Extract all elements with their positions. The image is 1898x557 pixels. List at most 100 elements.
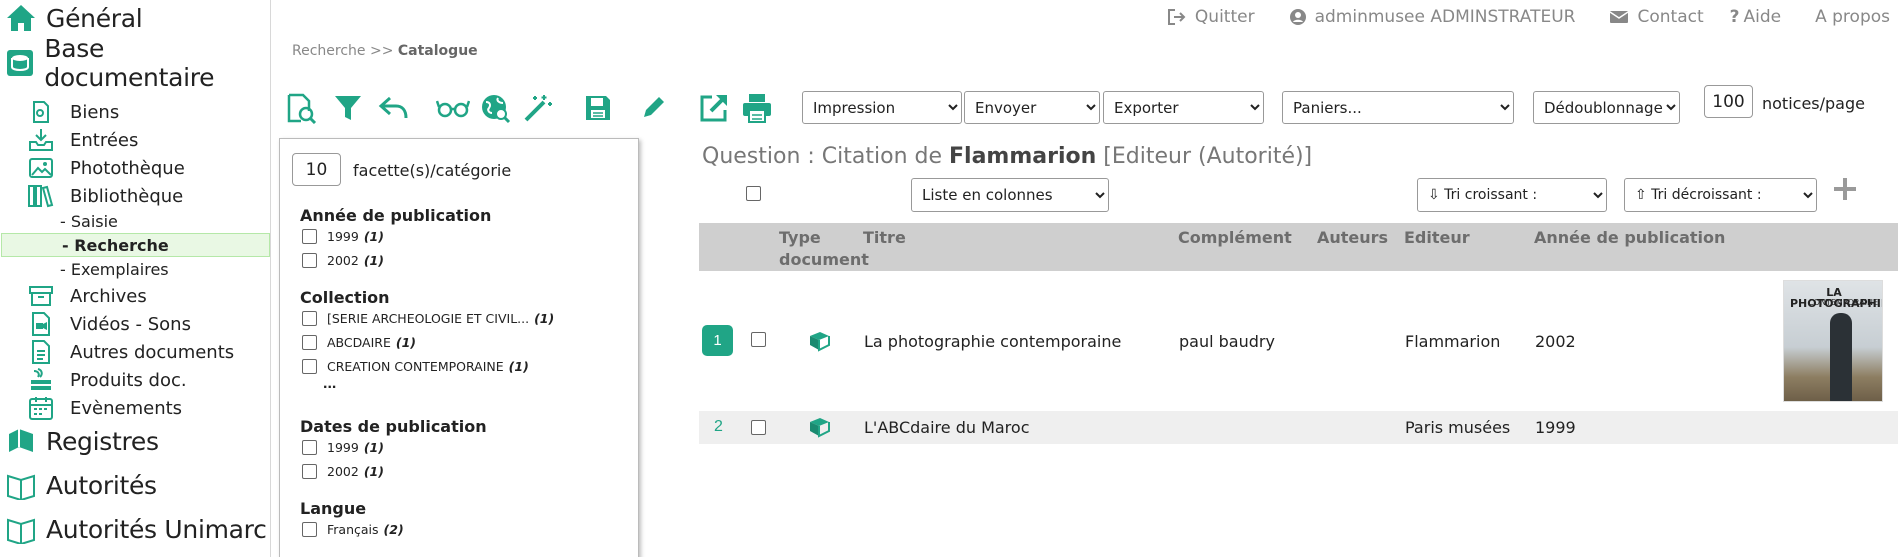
contact-link[interactable]: Contact — [1609, 7, 1704, 27]
sidebar-item-phototheque[interactable]: Photothèque — [0, 154, 185, 182]
sort-descending-select[interactable]: ⇧ Tri décroissant : — [1624, 178, 1817, 212]
save-disk-icon — [586, 96, 610, 120]
sidebar-item-label: Bibliothèque — [70, 185, 184, 207]
sidebar-item-evenements[interactable]: Evènements — [0, 394, 182, 422]
facet-item-count: (1) — [363, 253, 384, 268]
sidebar-item-autres-documents[interactable]: Autres documents — [0, 338, 234, 366]
basket-select[interactable]: Paniers... — [1282, 91, 1514, 124]
facet-checkbox[interactable] — [302, 359, 317, 374]
facet-item-label: ABCDAIRE — [327, 335, 391, 350]
magic-button[interactable] — [521, 91, 555, 125]
sort-ascending-select[interactable]: ⇩ Tri croissant : — [1417, 178, 1607, 212]
back-button[interactable] — [377, 91, 411, 125]
sidebar-top-label: Base documentaire — [44, 34, 215, 92]
user-label: adminmusee ADMINSTRATEUR — [1314, 7, 1576, 27]
per-page-input[interactable] — [1704, 85, 1753, 118]
table-row[interactable]: 1 La photographie contemporaine paul bau… — [699, 272, 1898, 410]
facet-item-count: (1) — [363, 229, 384, 244]
row-checkbox[interactable] — [751, 332, 766, 347]
facet-checkbox[interactable] — [302, 522, 317, 537]
facet-count-input[interactable] — [292, 153, 341, 186]
sidebar-item-biens[interactable]: Biens — [0, 98, 119, 126]
row-publisher: Paris musées — [1405, 418, 1511, 437]
column-header-title[interactable]: Titre — [863, 227, 906, 249]
sidebar-top-autorites-unimarc[interactable]: Autorités Unimarc — [0, 509, 267, 549]
table-row[interactable]: 2 L'ABCdaire du Maroc Paris musées 1999 — [699, 411, 1898, 444]
breadcrumb-recherche[interactable]: Recherche >> — [292, 43, 398, 59]
facet-item-label: 1999 — [327, 229, 359, 244]
row-title[interactable]: L'ABCdaire du Maroc — [864, 418, 1030, 437]
view-mode-select[interactable]: Liste en colonnes — [911, 178, 1109, 212]
view-button[interactable] — [436, 91, 470, 125]
sidebar-item-archives[interactable]: Archives — [0, 282, 147, 310]
row-title[interactable]: La photographie contemporaine — [864, 332, 1121, 351]
facet-checkbox[interactable] — [302, 440, 317, 455]
filter-button[interactable] — [331, 91, 365, 125]
facet-checkbox[interactable] — [302, 229, 317, 244]
export-select[interactable]: Exporter — [1103, 91, 1264, 124]
row-number[interactable]: 2 — [714, 418, 723, 436]
sidebar-item-entrees[interactable]: Entrées — [0, 126, 138, 154]
column-header-publisher[interactable]: Editeur — [1404, 227, 1470, 249]
print-select[interactable]: Impression — [802, 91, 962, 124]
sidebar-item-label: Entrées — [70, 129, 139, 151]
book-icon — [810, 418, 830, 438]
stack-icon — [26, 366, 56, 394]
books-icon — [26, 182, 56, 210]
column-header-year[interactable]: Année de publication — [1534, 227, 1725, 249]
home-icon — [4, 1, 38, 35]
sidebar-item-label: Autres documents — [70, 341, 235, 363]
facet-checkbox[interactable] — [302, 464, 317, 479]
quit-link[interactable]: Quitter — [1167, 7, 1255, 27]
sidebar-top-general[interactable]: Général — [0, 0, 143, 38]
facets-panel: facette(s)/catégorie Année de publicatio… — [279, 138, 639, 557]
send-select[interactable]: Envoyer — [964, 91, 1100, 124]
print-button[interactable] — [740, 91, 774, 125]
facet-checkbox[interactable] — [302, 253, 317, 268]
facet-checkbox[interactable] — [302, 311, 317, 326]
facet-item-count: (1) — [363, 440, 384, 455]
about-link[interactable]: A propos — [1815, 7, 1890, 27]
facet-item[interactable]: 2002 (1) — [302, 253, 384, 268]
facet-item[interactable]: CREATION CONTEMPORAINE (1) — [302, 359, 529, 374]
sidebar-item-videos-sons[interactable]: Vidéos - Sons — [0, 310, 191, 338]
facet-item[interactable]: 2002 (1) — [302, 464, 384, 479]
facet-item[interactable]: ABCDAIRE (1) — [302, 335, 416, 350]
sidebar-top-registres[interactable]: Registres — [0, 421, 159, 461]
user-link[interactable]: adminmusee ADMINSTRATEUR — [1289, 7, 1576, 27]
search-document-button[interactable] — [284, 91, 318, 125]
sidebar-subitem-recherche[interactable]: - Recherche — [1, 233, 270, 257]
facet-more-link[interactable]: ... — [323, 375, 336, 393]
facet-item[interactable]: Français (2) — [302, 522, 404, 537]
open-external-button[interactable] — [697, 91, 731, 125]
deduplication-select[interactable]: Dédoublonnage — [1533, 91, 1680, 124]
facet-checkbox[interactable] — [302, 335, 317, 350]
help-link[interactable]: ? Aide — [1730, 7, 1781, 27]
contact-label: Contact — [1637, 7, 1704, 27]
column-header-complement[interactable]: Complément — [1178, 227, 1292, 249]
envelope-icon — [1610, 11, 1629, 23]
sidebar-item-bibliotheque[interactable]: Bibliothèque — [0, 182, 183, 210]
printer-icon — [743, 94, 771, 123]
column-header-authors[interactable]: Auteurs — [1317, 227, 1388, 249]
world-search-button[interactable] — [478, 91, 512, 125]
row-number-badge[interactable]: 1 — [702, 325, 733, 356]
add-sort-button[interactable] — [1832, 176, 1858, 202]
biens-icon — [26, 98, 56, 126]
sidebar-item-produits-doc[interactable]: Produits doc. — [0, 366, 187, 394]
row-complement: paul baudry — [1179, 332, 1275, 351]
select-all-checkbox[interactable] — [746, 186, 761, 201]
sidebar-subitem-saisie[interactable]: - Saisie — [0, 209, 270, 233]
sidebar-top-autorites[interactable]: Autorités — [0, 465, 157, 505]
facet-item[interactable]: 1999 (1) — [302, 229, 384, 244]
facet-item[interactable]: [SERIE ARCHEOLOGIE ET CIVIL... (1) — [302, 311, 554, 326]
edit-button[interactable] — [636, 91, 670, 125]
sidebar-top-base-documentaire[interactable]: Base documentaire — [0, 34, 270, 92]
save-button[interactable] — [581, 91, 615, 125]
facet-group-title: Dates de publication — [300, 417, 487, 436]
row-checkbox[interactable] — [751, 420, 766, 435]
book-cover-thumbnail[interactable]: LA PHOTOGRAPHIE CONTEMPORAINE — [1783, 280, 1883, 402]
facet-item[interactable]: 1999 (1) — [302, 440, 384, 455]
sidebar-subitem-exemplaires[interactable]: - Exemplaires — [0, 257, 270, 281]
column-header-type[interactable]: Type document — [779, 227, 869, 271]
